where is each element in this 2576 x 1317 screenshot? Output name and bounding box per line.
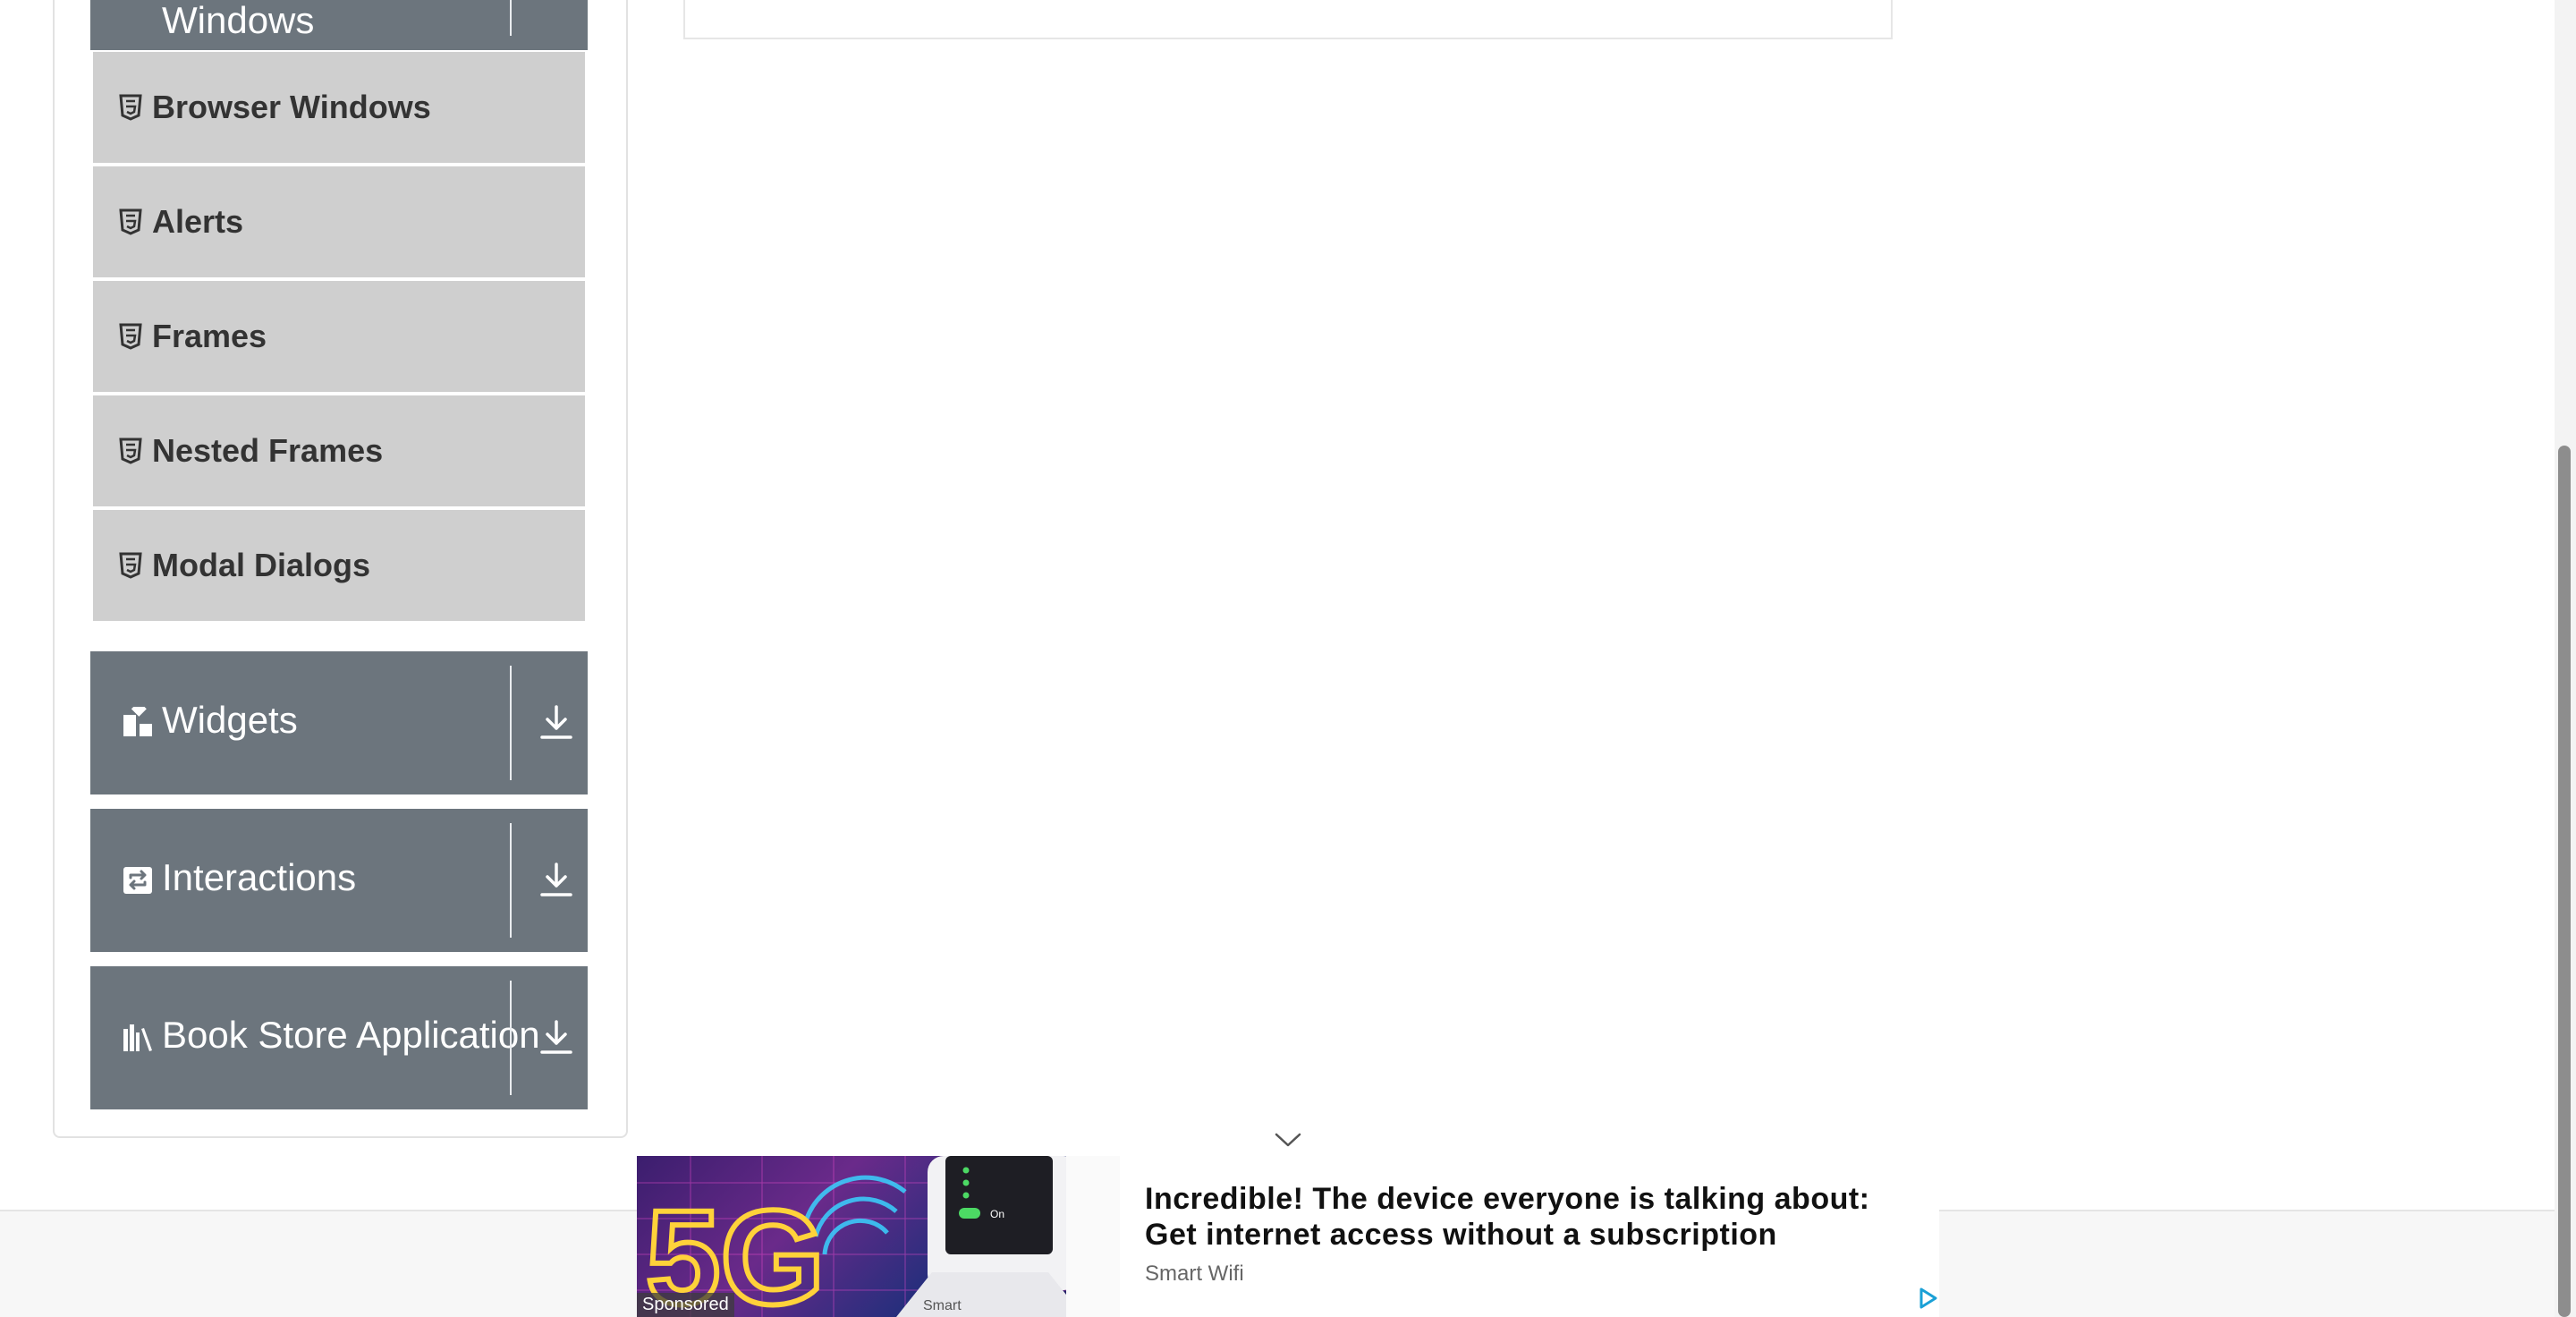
content-panel (683, 0, 1893, 39)
adchoices-icon[interactable] (1914, 1285, 1941, 1312)
sponsored-badge: Sponsored (637, 1293, 734, 1317)
sponsored-ad[interactable]: 5G On Smart Sponsored Incredible! The de… (637, 1156, 1939, 1317)
html5-icon (119, 208, 142, 235)
download-icon[interactable] (538, 859, 575, 900)
download-icon[interactable] (538, 701, 575, 743)
ad-image[interactable]: 5G On Smart Sponsored (637, 1156, 1120, 1317)
group-header-book-store[interactable]: Book Store Application (90, 966, 588, 1109)
sidebar-item-alerts[interactable]: Alerts (93, 166, 585, 277)
ad-device-text: Smart (923, 1298, 962, 1313)
scrollbar-thumb[interactable] (2558, 446, 2571, 1317)
sidebar-item-nested-frames[interactable]: Nested Frames (93, 395, 585, 506)
group-header-interactions[interactable]: Interactions (90, 809, 588, 952)
sidebar-item-label: Modal Dialogs (152, 547, 371, 583)
ad-on-text: On (990, 1208, 1004, 1220)
group-label: Interactions (162, 856, 357, 898)
ad-headline[interactable]: Incredible! The device everyone is talki… (1145, 1181, 1878, 1253)
group-separator (510, 0, 512, 36)
html5-icon (119, 94, 142, 121)
group-separator (510, 666, 512, 780)
group-label: Book Store Application (162, 1014, 540, 1056)
html5-icon (119, 438, 142, 464)
group-label: Windows (162, 0, 315, 41)
sidebar-item-frames[interactable]: Frames (93, 281, 585, 392)
interactions-icon (123, 867, 152, 894)
sidebar-item-label: Alerts (152, 203, 244, 240)
group-header-widgets[interactable]: Widgets (90, 651, 588, 794)
html5-icon (119, 323, 142, 350)
sidebar-item-label: Nested Frames (152, 432, 384, 469)
group-separator (510, 981, 512, 1095)
sidebar-item-browser-windows[interactable]: Browser Windows (93, 52, 585, 163)
group-label: Widgets (162, 699, 298, 741)
ad-source[interactable]: Smart Wifi (1145, 1262, 1244, 1287)
download-icon[interactable] (538, 1016, 575, 1058)
sidebar-item-modal-dialogs[interactable]: Modal Dialogs (93, 510, 585, 621)
html5-icon (119, 552, 142, 579)
group-separator (510, 823, 512, 938)
widgets-icon (123, 707, 152, 736)
sidebar-item-label: Browser Windows (152, 89, 431, 125)
books-icon (123, 1024, 152, 1051)
chevron-down-icon[interactable] (1274, 1129, 1302, 1151)
group-header-alerts-frames-windows[interactable]: Windows (90, 0, 588, 50)
sidebar-item-label: Frames (152, 318, 267, 354)
